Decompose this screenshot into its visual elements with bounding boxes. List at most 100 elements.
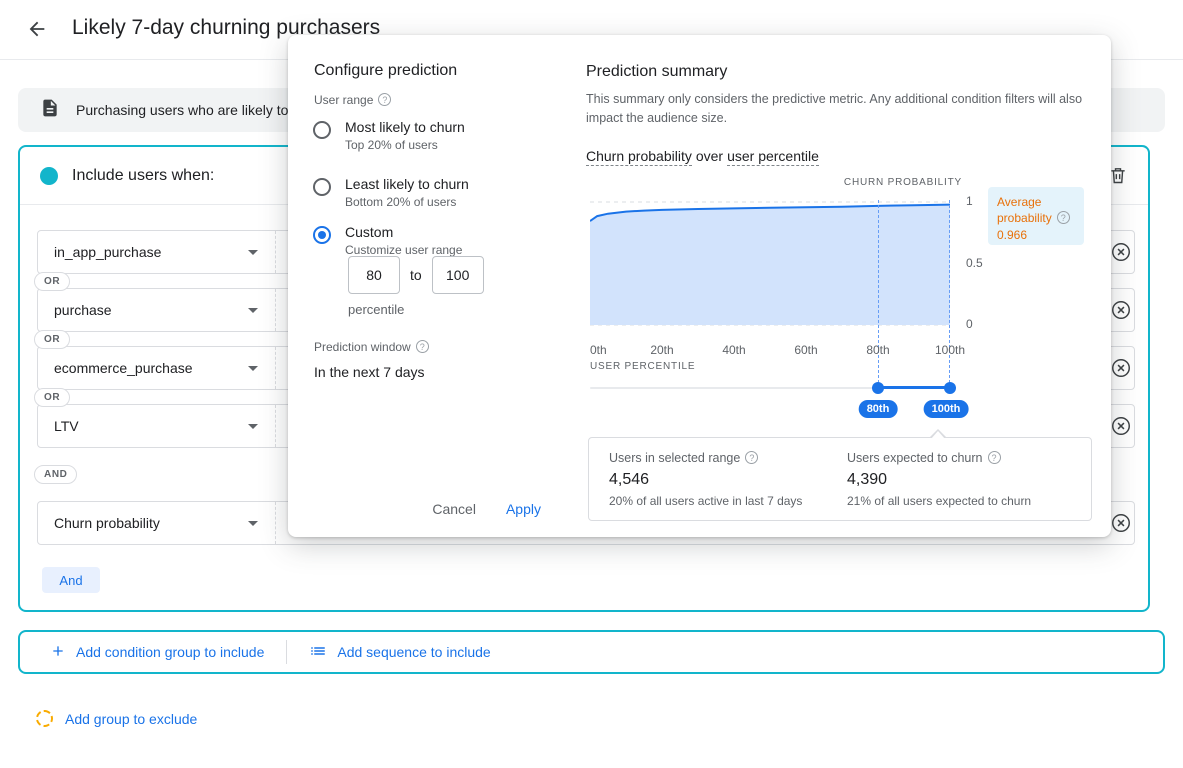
help-icon[interactable] — [745, 451, 758, 464]
help-icon[interactable] — [988, 451, 1001, 464]
stat-label-text: Users expected to churn — [847, 451, 983, 465]
help-icon[interactable] — [416, 340, 429, 353]
prediction-window-label: Prediction window — [314, 340, 429, 354]
or-chip: OR — [34, 388, 70, 407]
stat-label: Users in selected range — [609, 451, 802, 465]
or-chip: OR — [34, 330, 70, 349]
radio-label: Custom — [345, 224, 462, 240]
summary-title: Prediction summary — [586, 63, 727, 81]
condition-label: in_app_purchase — [54, 244, 161, 260]
slider-handle-end[interactable] — [944, 382, 956, 394]
radio-option[interactable]: Most likely to churn Top 20% of users — [313, 119, 465, 152]
circle-x-icon — [1110, 425, 1132, 440]
chart-dimension-term[interactable]: user percentile — [727, 148, 819, 166]
percentile-pill-start: 80th — [859, 400, 898, 418]
stat-value: 4,390 — [847, 471, 1031, 489]
percentile-caption: percentile — [348, 302, 404, 317]
churn-chart: 80th 100th — [590, 192, 950, 432]
x-axis-labels: 0th20th40th60th80th100th — [590, 343, 950, 357]
trash-icon — [1108, 173, 1128, 188]
audience-builder-page: Likely 7-day churning purchasers Purchas… — [0, 0, 1183, 768]
banner-text: Purchasing users who are likely to — [76, 102, 288, 118]
percentile-from-input[interactable] — [348, 256, 400, 294]
stat-users-expected-to-churn: Users expected to churn 4,390 21% of all… — [847, 451, 1031, 508]
radio-icon — [313, 121, 331, 139]
apply-button[interactable]: Apply — [506, 501, 541, 517]
chevron-down-icon — [248, 308, 258, 313]
condition-label: purchase — [54, 302, 112, 318]
churn-chart-svg — [590, 192, 950, 330]
slider-handle-start[interactable] — [872, 382, 884, 394]
average-probability-value: 0.966 — [997, 227, 1075, 243]
condition-label: ecommerce_purchase — [54, 360, 193, 376]
remove-condition-button[interactable] — [1110, 415, 1132, 440]
stat-label: Users expected to churn — [847, 451, 1031, 465]
document-icon — [40, 98, 60, 123]
add-group-card: Add condition group to include Add seque… — [18, 630, 1165, 674]
summary-description: This summary only considers the predicti… — [586, 90, 1086, 129]
include-group-dot-icon — [40, 167, 58, 185]
remove-condition-button[interactable] — [1110, 241, 1132, 266]
condition-select[interactable]: Churn probability — [38, 502, 276, 544]
stat-users-in-range: Users in selected range 4,546 20% of all… — [609, 451, 802, 508]
prediction-window-value: In the next 7 days — [314, 364, 425, 380]
condition-label: LTV — [54, 418, 79, 434]
chevron-down-icon — [248, 424, 258, 429]
x-axis-title: USER PERCENTILE — [590, 361, 695, 372]
y-axis-title: CHURN PROBABILITY — [844, 177, 962, 188]
dialog-title: Configure prediction — [314, 62, 457, 80]
chart-title: Churn probabilityoveruser percentile — [586, 148, 823, 164]
back-button[interactable] — [26, 18, 48, 43]
remove-condition-button[interactable] — [1110, 512, 1132, 537]
plus-icon — [50, 643, 66, 662]
slider-active-segment — [878, 386, 950, 389]
radio-sublabel: Customize user range — [345, 243, 462, 257]
condition-select[interactable]: LTV — [38, 405, 276, 447]
chevron-down-icon — [248, 521, 258, 526]
add-condition-group-label: Add condition group to include — [76, 644, 264, 660]
circle-x-icon — [1110, 522, 1132, 537]
add-sequence-label: Add sequence to include — [337, 644, 490, 660]
condition-label: Churn probability — [54, 515, 160, 531]
radio-sublabel: Top 20% of users — [345, 138, 465, 152]
range-dashed-line-end — [949, 200, 950, 388]
or-chip: OR — [34, 272, 70, 291]
radio-option[interactable]: Least likely to churn Bottom 20% of user… — [313, 176, 469, 209]
radio-icon — [313, 226, 331, 244]
radio-icon — [313, 178, 331, 196]
to-label: to — [410, 267, 422, 283]
stat-value: 4,546 — [609, 471, 802, 489]
percentile-range-row: to — [348, 256, 484, 294]
condition-select[interactable]: purchase — [38, 289, 276, 331]
add-group-to-exclude-button[interactable]: Add group to exclude — [36, 710, 197, 727]
prediction-window-text: Prediction window — [314, 340, 411, 354]
percentile-to-input[interactable] — [432, 256, 484, 294]
and-button[interactable]: And — [42, 567, 100, 593]
add-condition-group-button[interactable]: Add condition group to include — [34, 643, 280, 662]
circle-x-icon — [1110, 251, 1132, 266]
include-card-title: Include users when: — [72, 167, 214, 185]
range-dashed-line-start — [878, 200, 879, 388]
condition-select[interactable]: in_app_purchase — [38, 231, 276, 273]
percentile-pill-end: 100th — [924, 400, 969, 418]
dialog-actions: Cancel Apply — [288, 501, 565, 517]
sequence-list-icon — [309, 642, 327, 663]
help-icon[interactable] — [1057, 211, 1070, 224]
radio-label: Least likely to churn — [345, 176, 469, 192]
condition-select[interactable]: ecommerce_purchase — [38, 347, 276, 389]
remove-condition-button[interactable] — [1110, 299, 1132, 324]
cancel-button[interactable]: Cancel — [432, 501, 476, 517]
selected-range-stats-box: Users in selected range 4,546 20% of all… — [588, 437, 1092, 521]
help-icon[interactable] — [378, 93, 391, 106]
add-sequence-button[interactable]: Add sequence to include — [293, 642, 506, 663]
chevron-down-icon — [248, 366, 258, 371]
stat-subtext: 20% of all users active in last 7 days — [609, 494, 802, 508]
delete-group-button[interactable] — [1108, 165, 1128, 188]
user-range-label: User range — [314, 93, 391, 107]
stat-label-text: Users in selected range — [609, 451, 740, 465]
remove-condition-button[interactable] — [1110, 357, 1132, 382]
average-probability-label: Average probability — [997, 195, 1052, 225]
radio-option[interactable]: Custom Customize user range — [313, 224, 462, 257]
chart-metric-term[interactable]: Churn probability — [586, 148, 692, 166]
radio-sublabel: Bottom 20% of users — [345, 195, 469, 209]
